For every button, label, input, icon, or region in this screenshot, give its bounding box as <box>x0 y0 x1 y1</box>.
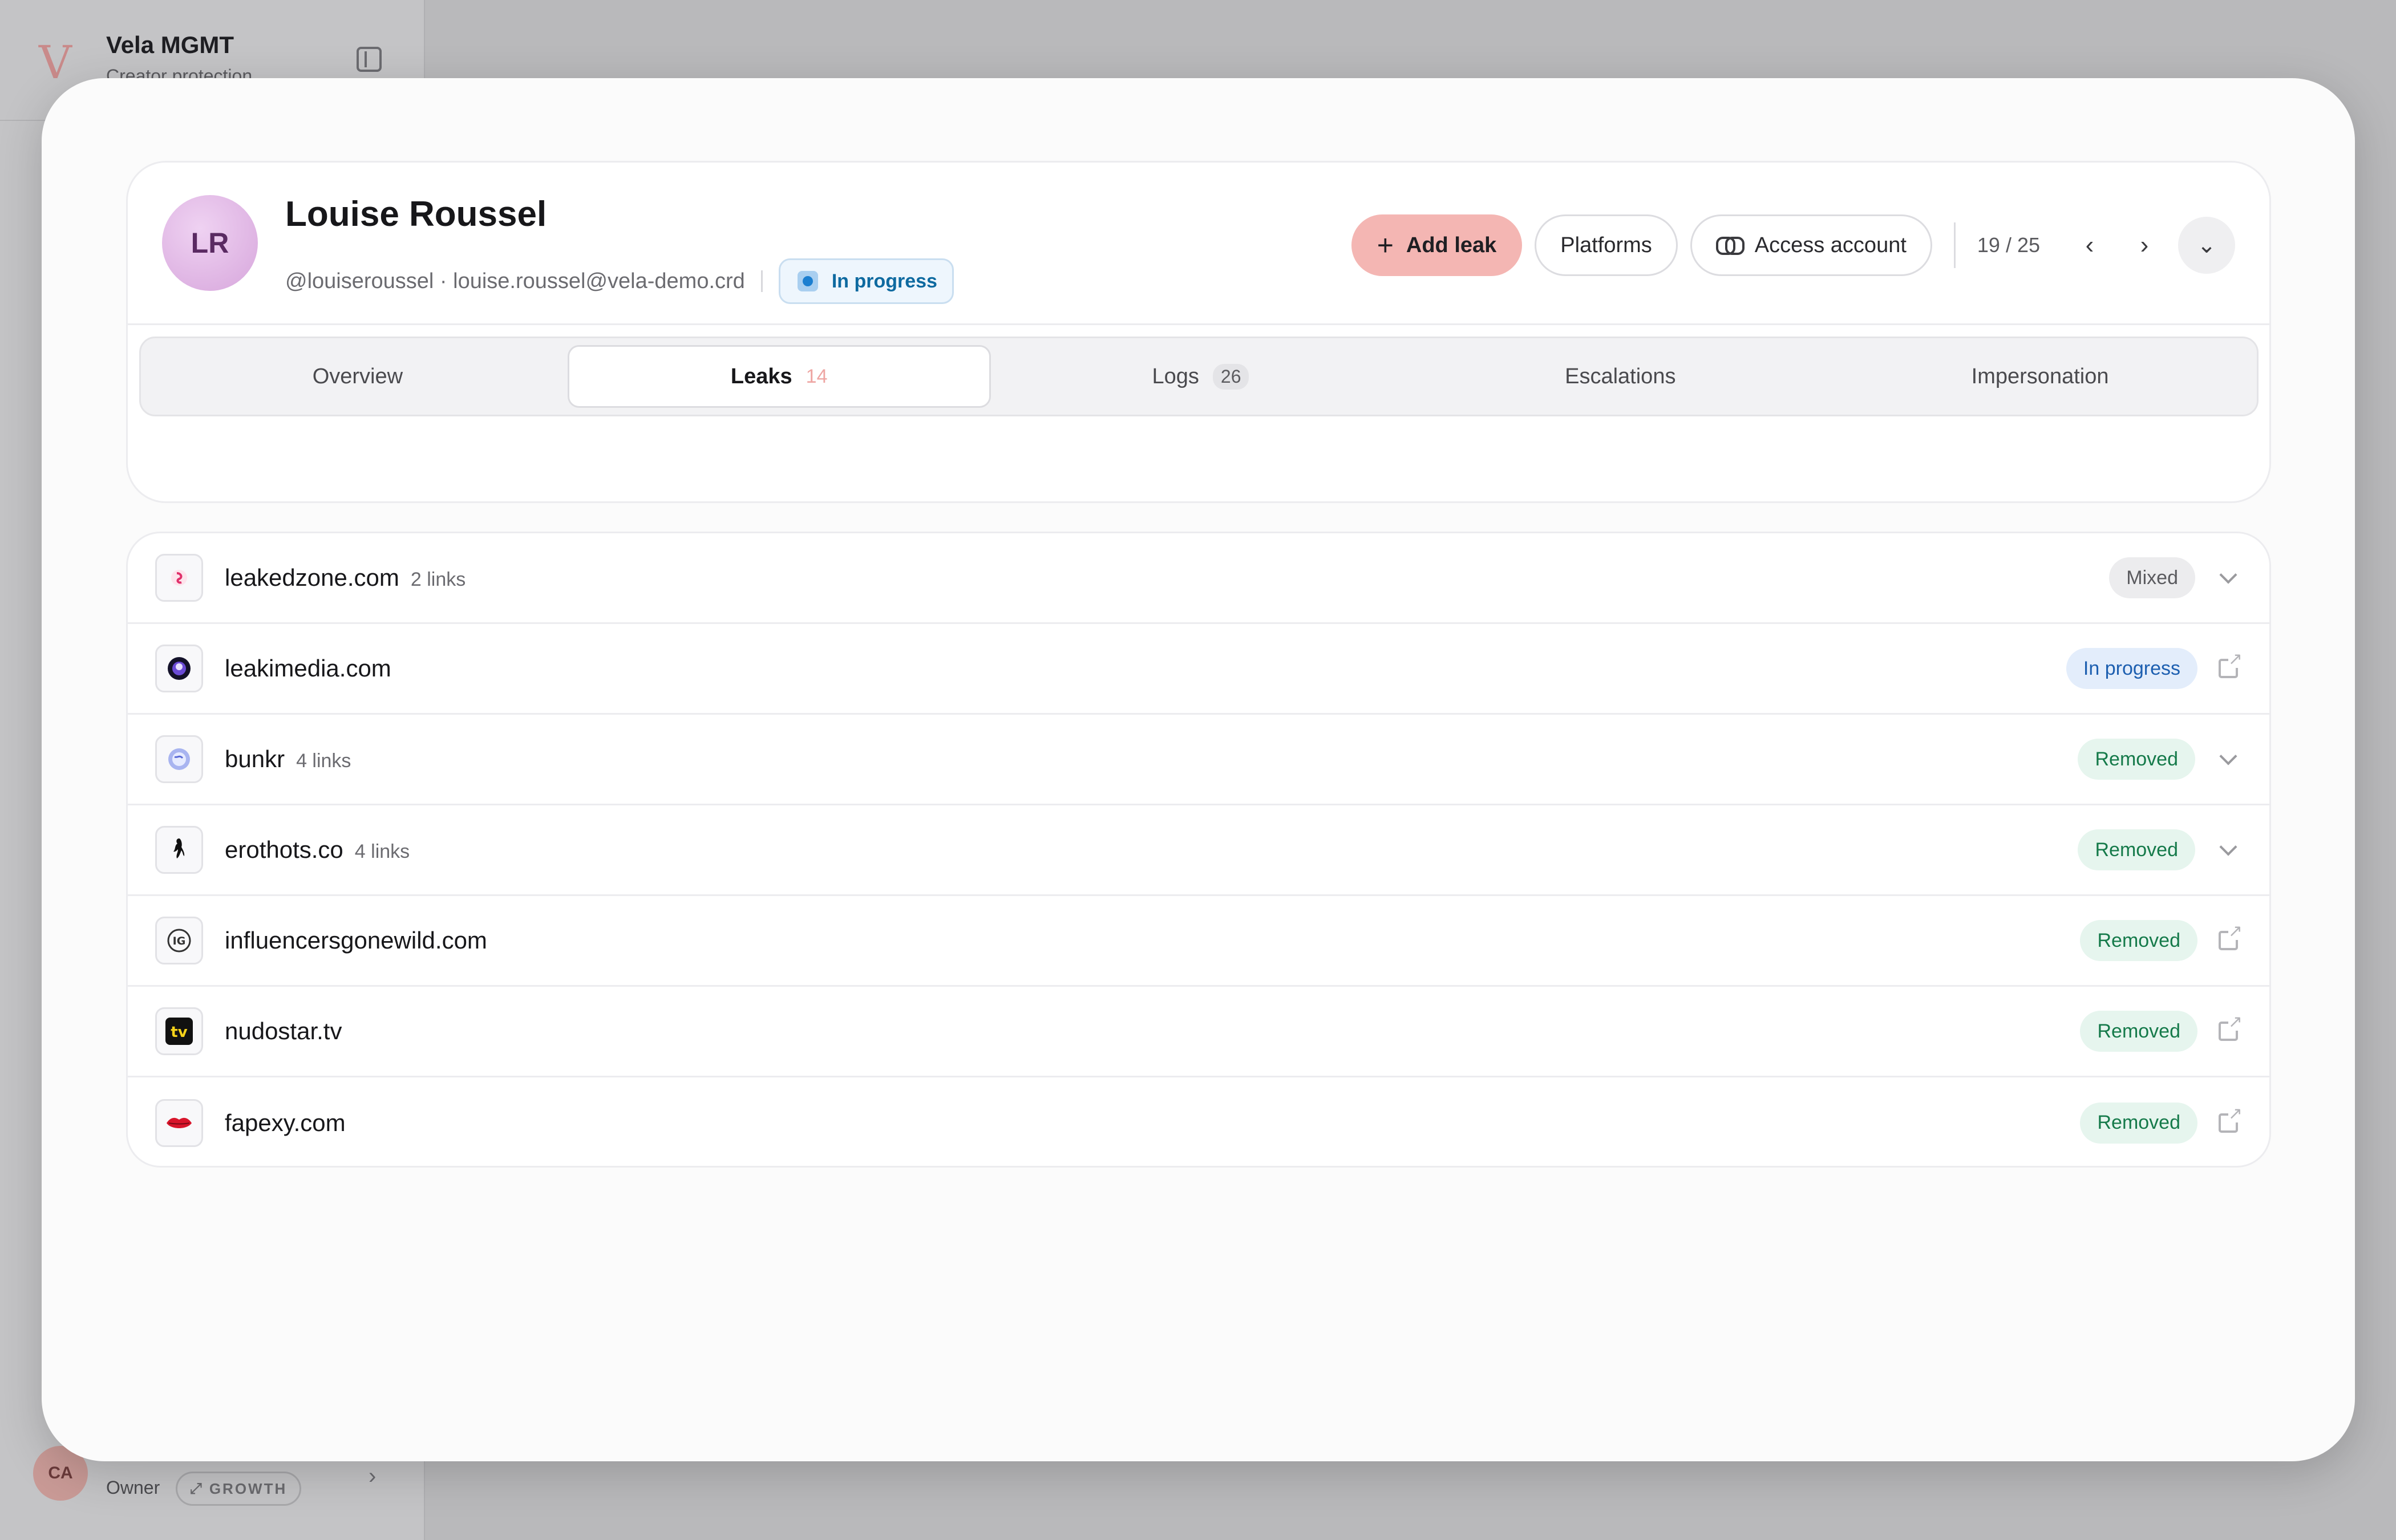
external-link-icon[interactable] <box>2217 923 2243 952</box>
tab-logs[interactable]: Logs 26 <box>991 345 1411 408</box>
domain-label: influencersgonewild.com <box>225 927 487 954</box>
creator-avatar: LR <box>162 195 258 291</box>
status-label: In progress <box>831 270 937 292</box>
chevron-down-icon: ⌄ <box>2197 233 2216 258</box>
domain-label: leakimedia.com <box>225 655 391 682</box>
external-link-icon[interactable] <box>2217 651 2243 680</box>
creator-handle-email: @louiseroussel · louise.roussel@vela-dem… <box>285 269 745 293</box>
add-leak-button[interactable]: + Add leak <box>1351 214 1523 276</box>
access-account-button[interactable]: Access account <box>1690 214 1932 276</box>
links-count: 4 links <box>296 750 351 772</box>
more-options-button[interactable]: ⌄ <box>2178 217 2235 274</box>
leak-row[interactable]: bunkr 4 links Removed <box>128 715 2269 805</box>
status-dot-icon <box>797 271 818 291</box>
next-creator-button[interactable]: › <box>2123 224 2166 266</box>
leak-domain: bunkr 4 links <box>225 745 351 773</box>
tab-leaks[interactable]: Leaks 14 <box>567 345 991 408</box>
tab-count: 26 <box>1212 363 1249 390</box>
chevron-right-icon[interactable]: › <box>369 1464 376 1489</box>
erothots-favicon-icon <box>155 826 203 874</box>
plus-icon: + <box>1377 229 1394 261</box>
status-badge: Removed <box>2080 1102 2197 1144</box>
creator-modal: LR Louise Roussel @louiseroussel · louis… <box>42 78 2355 1461</box>
fapexy-favicon-icon <box>155 1099 203 1147</box>
external-link-icon[interactable] <box>2217 1105 2243 1134</box>
actions-divider <box>1953 222 1956 268</box>
leak-domain: leakedzone.com 2 links <box>225 564 466 591</box>
tab-overview[interactable]: Overview <box>148 345 568 408</box>
creator-status-badge: In progress <box>778 258 954 304</box>
svg-text:tv: tv <box>171 1024 187 1041</box>
leak-row[interactable]: leakimedia.com In progress <box>128 624 2269 715</box>
access-account-label: Access account <box>1754 233 1907 257</box>
external-link-icon[interactable] <box>2217 1014 2243 1043</box>
domain-label: nudostar.tv <box>225 1018 342 1044</box>
domain-label: fapexy.com <box>225 1109 346 1136</box>
add-leak-label: Add leak <box>1406 233 1497 257</box>
tab-label: Logs <box>1152 364 1199 388</box>
status-badge: Removed <box>2078 739 2195 780</box>
tab-escalations[interactable]: Escalations <box>1410 345 1830 408</box>
sidebar-collapse-icon[interactable] <box>357 47 382 72</box>
user-role: Owner <box>106 1477 160 1498</box>
plan-badge: ⤢ GROWTH <box>176 1472 302 1506</box>
previous-creator-button[interactable]: ‹ <box>2069 224 2111 266</box>
status-badge: In progress <box>2066 648 2197 689</box>
leak-row[interactable]: IG influencersgonewild.com Removed <box>128 896 2269 987</box>
domain-label: leakedzone.com <box>225 564 399 591</box>
leak-domain: fapexy.com <box>225 1109 346 1137</box>
tab-count: 14 <box>806 365 828 387</box>
pager-count: 19 / 25 <box>1977 233 2040 257</box>
domain-label: bunkr <box>225 745 285 772</box>
creator-meta: @louiseroussel · louise.roussel@vela-dem… <box>285 258 954 304</box>
status-badge: Removed <box>2080 920 2197 961</box>
chevron-down-icon[interactable] <box>2217 838 2240 861</box>
trend-icon: ⤢ <box>190 1480 204 1497</box>
leak-row[interactable]: erothots.co 4 links Removed <box>128 805 2269 896</box>
status-badge: Removed <box>2080 1011 2197 1052</box>
header-actions: + Add leak Platforms Access account 19 /… <box>1351 214 2235 277</box>
leak-domain: nudostar.tv <box>225 1018 342 1045</box>
plan-label: GROWTH <box>209 1480 288 1497</box>
creator-header-card: LR Louise Roussel @louiseroussel · louis… <box>126 161 2271 503</box>
leak-domain: leakimedia.com <box>225 655 391 682</box>
bunkr-favicon-icon <box>155 735 203 783</box>
leak-domain: influencersgonewild.com <box>225 927 487 954</box>
svg-text:IG: IG <box>173 935 186 947</box>
creator-tabs: Overview Leaks 14 Logs 26 Escalations Im… <box>139 337 2259 416</box>
leaks-list: leakedzone.com 2 links Mixed leakimedia.… <box>126 532 2271 1168</box>
header-divider <box>128 323 2269 325</box>
status-badge: Mixed <box>2109 557 2195 598</box>
chevron-down-icon[interactable] <box>2217 747 2240 771</box>
domain-label: erothots.co <box>225 836 343 863</box>
meta-divider <box>760 270 763 292</box>
links-count: 2 links <box>410 569 466 590</box>
influencersgonewild-favicon-icon: IG <box>155 917 203 964</box>
tab-label: Overview <box>312 364 403 388</box>
tab-label: Leaks <box>730 364 792 388</box>
chevron-left-icon: ‹ <box>2085 231 2094 259</box>
app-title: Vela MGMT <box>106 31 234 58</box>
leak-row[interactable]: fapexy.com Removed <box>128 1077 2269 1166</box>
leak-row[interactable]: leakedzone.com 2 links Mixed <box>128 533 2269 624</box>
leakimedia-favicon-icon <box>155 645 203 692</box>
status-badge: Removed <box>2078 829 2195 870</box>
platforms-button[interactable]: Platforms <box>1535 214 1678 276</box>
chevron-right-icon: › <box>2140 231 2149 259</box>
platforms-label: Platforms <box>1560 233 1652 257</box>
tab-impersonation[interactable]: Impersonation <box>1830 345 2250 408</box>
link-icon <box>1715 237 1745 255</box>
links-count: 4 links <box>354 841 410 862</box>
leak-row[interactable]: tv nudostar.tv Removed <box>128 987 2269 1077</box>
nudostar-favicon-icon: tv <box>155 1007 203 1055</box>
tab-label: Escalations <box>1565 364 1676 388</box>
creator-name: Louise Roussel <box>285 194 547 234</box>
chevron-down-icon[interactable] <box>2217 566 2240 589</box>
vela-logo-icon: V <box>39 36 72 89</box>
leakedzone-favicon-icon <box>155 554 203 602</box>
tab-label: Impersonation <box>1971 364 2109 388</box>
leak-domain: erothots.co 4 links <box>225 836 410 864</box>
